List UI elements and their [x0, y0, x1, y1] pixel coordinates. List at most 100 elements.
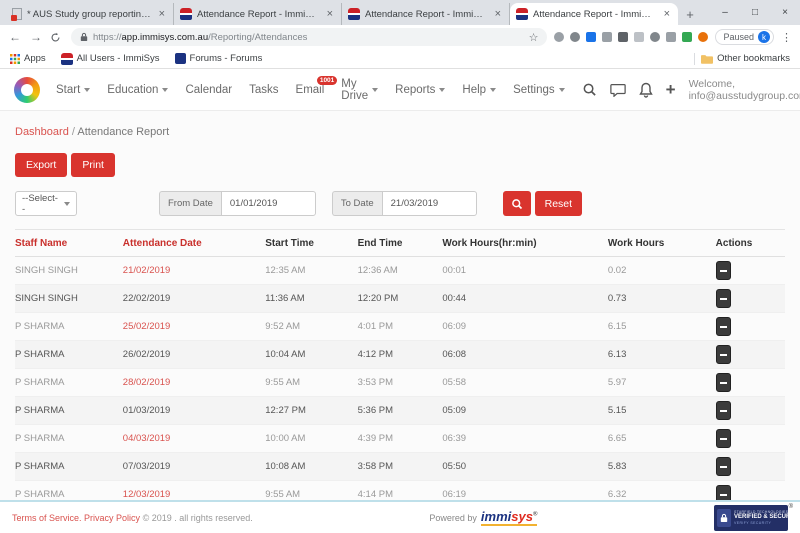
minus-icon [720, 298, 727, 300]
privacy-link[interactable]: Privacy Policy [84, 513, 140, 523]
search-button[interactable] [503, 191, 531, 216]
caret-down-icon [559, 88, 565, 92]
add-icon[interactable]: + [666, 81, 676, 98]
welcome-label: Welcome, info@ausstudygroup.com.au [689, 78, 800, 102]
nav-item-email[interactable]: Email1001 [296, 84, 325, 96]
terms-link[interactable]: Terms of Service. [12, 513, 82, 523]
breadcrumb-dashboard-link[interactable]: Dashboard [15, 126, 69, 138]
col-start-time[interactable]: Start Time [265, 230, 357, 257]
table-row: SINGH SINGH 21/02/2019 12:35 AM 12:36 AM… [15, 257, 785, 285]
immisys-brand-logo[interactable]: immisys® [481, 510, 537, 526]
extension-icon[interactable] [682, 32, 692, 42]
cell-staff-name: P SHARMA [15, 425, 123, 453]
minimize-window-icon[interactable]: – [710, 0, 740, 25]
nav-item-tasks[interactable]: Tasks [249, 84, 278, 96]
col-attendance-date[interactable]: Attendance Date [123, 230, 265, 257]
extension-icon[interactable] [586, 32, 596, 42]
divider [694, 53, 695, 65]
verified-secured-seal[interactable]: ® STARFIELD TECHNOLOGIES VERIFIED & SECU… [714, 505, 788, 531]
extension-icon[interactable] [554, 32, 564, 42]
browser-tab-1[interactable]: * AUS Study group reporting tha × [6, 3, 174, 25]
browser-tab-4-active[interactable]: Attendance Report - ImmiSys × [510, 3, 678, 25]
row-actions-button[interactable] [716, 485, 731, 500]
col-work-hours[interactable]: Work Hours [608, 230, 716, 257]
browser-menu-icon[interactable]: ⋮ [781, 31, 792, 44]
close-tab-icon[interactable]: × [493, 8, 503, 20]
extension-icon[interactable] [634, 32, 644, 42]
row-actions-button[interactable] [716, 429, 731, 448]
new-tab-button[interactable]: + [678, 3, 702, 25]
other-bookmarks[interactable]: Other bookmarks [701, 53, 790, 64]
table-row: P SHARMA 04/03/2019 10:00 AM 4:39 PM 06:… [15, 425, 785, 453]
chat-icon[interactable] [610, 81, 626, 98]
nav-item-my-drive[interactable]: My Drive [341, 78, 378, 102]
profile-button[interactable]: Paused k [715, 29, 774, 45]
close-tab-icon[interactable]: × [662, 8, 672, 20]
reset-button[interactable]: Reset [535, 191, 582, 216]
close-window-icon[interactable]: × [770, 0, 800, 25]
cell-work-hours-hrmin: 06:08 [442, 341, 608, 369]
nav-item-settings[interactable]: Settings [513, 84, 565, 96]
from-date-label: From Date [159, 191, 221, 216]
other-bookmarks-label: Other bookmarks [717, 53, 790, 64]
extension-icon[interactable] [650, 32, 660, 42]
search-icon[interactable] [582, 81, 597, 98]
to-date-input[interactable] [382, 191, 477, 216]
nav-item-calendar[interactable]: Calendar [185, 84, 232, 96]
minus-icon [720, 466, 727, 468]
table-row: P SHARMA 01/03/2019 12:27 PM 5:36 PM 05:… [15, 397, 785, 425]
bookmark-all-users[interactable]: All Users - ImmiSys [61, 53, 160, 65]
extension-icon[interactable] [602, 32, 612, 42]
forward-icon[interactable]: → [29, 30, 43, 44]
cell-work-hours-hrmin: 00:01 [442, 257, 608, 285]
row-actions-button[interactable] [716, 261, 731, 280]
close-tab-icon[interactable]: × [157, 8, 167, 20]
row-actions-button[interactable] [716, 317, 731, 336]
extension-icon[interactable] [698, 32, 708, 42]
page-content: Dashboard / Attendance Report Export Pri… [0, 111, 800, 500]
bookmark-apps[interactable]: Apps [10, 53, 46, 64]
user-menu[interactable]: Welcome, info@ausstudygroup.com.au [689, 78, 800, 102]
col-staff-name[interactable]: Staff Name [15, 230, 123, 257]
cell-start-time: 10:08 AM [265, 453, 357, 481]
row-actions-button[interactable] [716, 457, 731, 476]
cell-end-time: 4:12 PM [358, 341, 443, 369]
close-tab-icon[interactable]: × [325, 8, 335, 20]
export-button[interactable]: Export [15, 153, 67, 177]
nav-label: Education [107, 84, 158, 96]
bookmark-star-icon[interactable]: ☆ [529, 31, 539, 44]
back-icon[interactable]: ← [8, 30, 22, 44]
reload-icon[interactable] [50, 32, 64, 43]
nav-item-reports[interactable]: Reports [395, 84, 445, 96]
bookmark-forums[interactable]: Forums - Forums [175, 53, 263, 64]
row-actions-button[interactable] [716, 289, 731, 308]
address-bar[interactable]: https://app.immisys.com.au/Reporting/Att… [71, 28, 547, 46]
extension-icon[interactable] [666, 32, 676, 42]
cell-start-time: 9:55 AM [265, 369, 357, 397]
nav-item-education[interactable]: Education [107, 84, 168, 96]
cell-staff-name: SINGH SINGH [15, 257, 123, 285]
attendance-table: Staff Name Attendance Date Start Time En… [15, 229, 785, 500]
browser-tab-3[interactable]: Attendance Report - ImmiSys × [342, 3, 510, 25]
minus-icon [720, 438, 727, 440]
tab-title: Attendance Report - ImmiSys [365, 9, 488, 20]
browser-tab-2[interactable]: Attendance Report - ImmiSys × [174, 3, 342, 25]
col-work-hours-hrmin[interactable]: Work Hours(hr:min) [442, 230, 608, 257]
cell-start-time: 11:36 AM [265, 285, 357, 313]
nav-item-help[interactable]: Help [462, 84, 496, 96]
sync-paused-label: Paused [723, 32, 754, 42]
nav-label: Calendar [185, 84, 232, 96]
row-actions-button[interactable] [716, 345, 731, 364]
row-actions-button[interactable] [716, 401, 731, 420]
col-end-time[interactable]: End Time [358, 230, 443, 257]
row-actions-button[interactable] [716, 373, 731, 392]
extension-icon[interactable] [570, 32, 580, 42]
staff-select[interactable]: --Select-- [15, 191, 77, 216]
from-date-input[interactable] [221, 191, 316, 216]
immisys-logo[interactable] [14, 77, 40, 103]
extension-icon[interactable] [618, 32, 628, 42]
bell-icon[interactable] [639, 81, 653, 98]
maximize-window-icon[interactable]: □ [740, 0, 770, 25]
nav-item-start[interactable]: Start [56, 84, 90, 96]
print-button[interactable]: Print [71, 153, 115, 177]
